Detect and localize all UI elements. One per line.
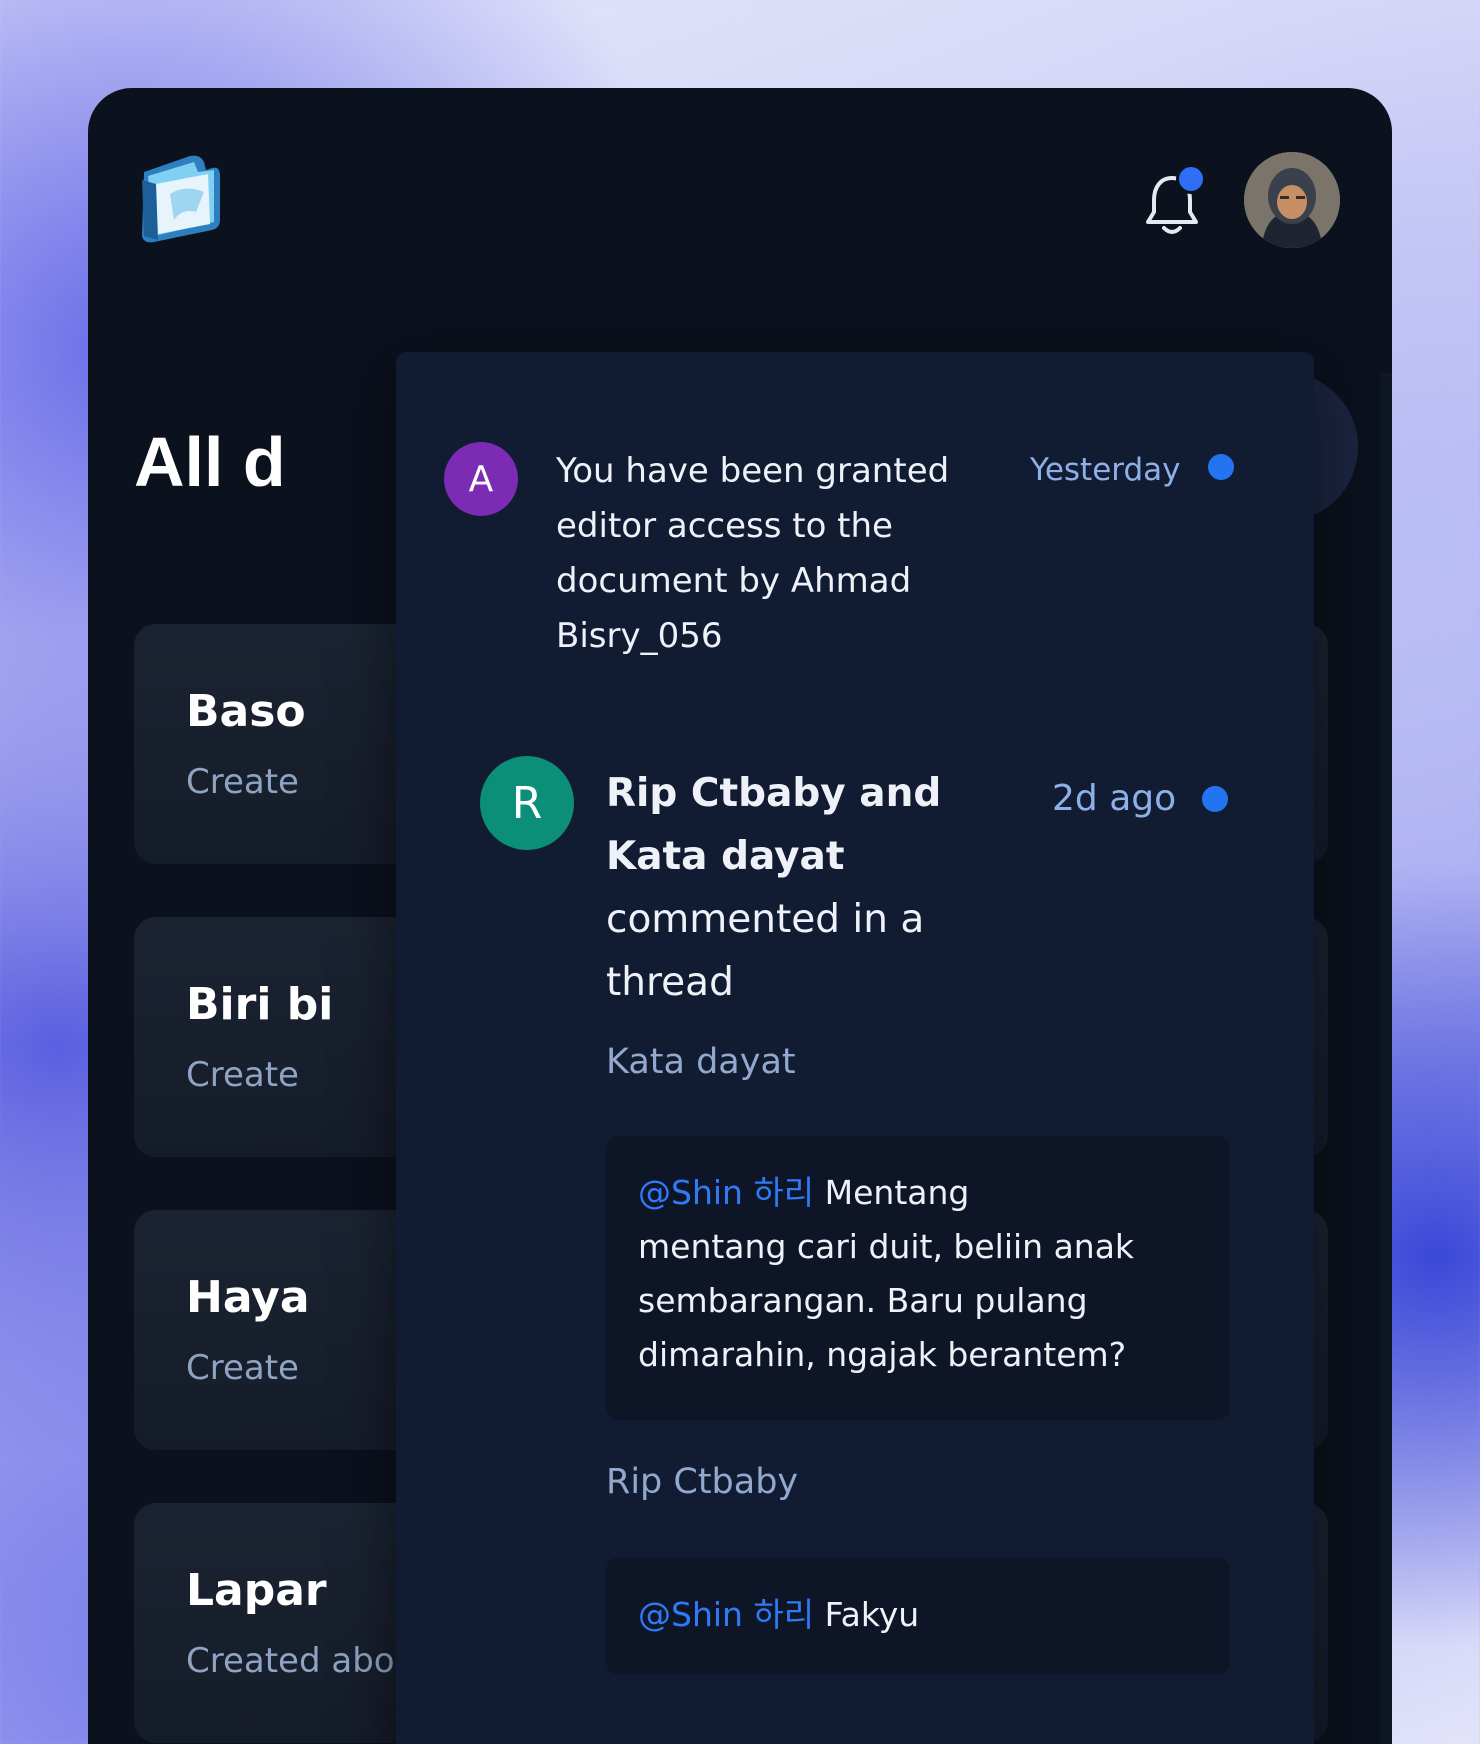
document-title: Biri bi (186, 979, 334, 1030)
notification-action: commented in a (606, 897, 925, 942)
comment-mention[interactable]: @Shin 하리 (638, 1595, 814, 1634)
notification-message[interactable]: You have been granted editor access to t… (556, 444, 949, 664)
notification-avatar: R (480, 756, 574, 850)
notification-message[interactable]: Rip Ctbaby and Kata dayat commented in a… (606, 762, 941, 1014)
notification-unread-indicator (1176, 164, 1206, 194)
comment-bubble[interactable]: @Shin 하리 Fakyu (606, 1558, 1230, 1674)
notification-message-line: editor access to the (556, 506, 893, 546)
document-meta: Create (186, 1348, 299, 1388)
comment-text: mentang cari duit, beliin anak (638, 1227, 1135, 1266)
notification-actors: Kata dayat (606, 834, 845, 879)
notifications-panel: A You have been granted editor access to… (396, 352, 1314, 1744)
comment-text: Mentang (814, 1173, 970, 1212)
notification-avatar: A (444, 442, 518, 516)
comment-author: Kata dayat (606, 1042, 796, 1082)
comment-mention[interactable]: @Shin 하리 (638, 1173, 814, 1212)
document-meta: Create (186, 1055, 299, 1095)
folder-logo-icon[interactable] (134, 150, 224, 246)
comment-text: Fakyu (814, 1595, 920, 1634)
notification-message-line: You have been granted (556, 451, 950, 491)
notification-actors: Rip Ctbaby and (606, 771, 942, 816)
notification-time: Yesterday (1030, 452, 1181, 488)
notification-message-line: Bisry_056 (556, 616, 723, 656)
unread-dot (1202, 786, 1228, 812)
comment-text: dimarahin, ngajak berantem? (638, 1335, 1127, 1374)
app-window: All d Baso Create Biri bi Create Haya Cr… (88, 88, 1392, 1744)
document-title: Haya (186, 1272, 310, 1323)
comment-text: sembarangan. Baru pulang (638, 1281, 1088, 1320)
comment-bubble[interactable]: @Shin 하리 Mentang mentang cari duit, beli… (606, 1136, 1230, 1420)
scrollbar[interactable] (1380, 373, 1392, 1744)
notification-time: 2d ago (1052, 778, 1177, 819)
user-avatar[interactable] (1244, 152, 1340, 248)
document-meta: Create (186, 762, 299, 802)
unread-dot (1208, 454, 1234, 480)
notification-message-line: document by Ahmad (556, 561, 912, 601)
notification-action: thread (606, 960, 734, 1005)
comment-author: Rip Ctbaby (606, 1462, 799, 1502)
document-title: Baso (186, 686, 306, 737)
page-title: All d (134, 423, 286, 501)
document-title: Lapar (186, 1565, 327, 1616)
